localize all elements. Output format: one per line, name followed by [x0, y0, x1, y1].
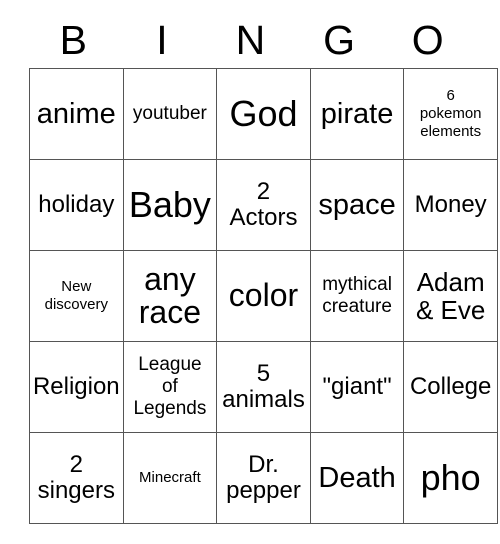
bingo-cell[interactable]: Religion [29, 341, 124, 433]
bingo-cell-label: Baby [128, 183, 211, 225]
header-letter-o: O [411, 17, 444, 63]
header-letter-n: N [235, 17, 266, 63]
bingo-cell[interactable]: anime [29, 68, 124, 160]
bingo-cell-label: pho [420, 456, 481, 498]
bingo-cell[interactable]: space [309, 159, 405, 251]
bingo-cell-label: Religion [32, 372, 120, 400]
bingo-cell[interactable]: 6 pokemon elements [403, 68, 498, 160]
bingo-row: 2 singers Minecraft Dr. pepper Death pho [29, 432, 498, 524]
bingo-cell[interactable]: pirate [309, 68, 405, 160]
bingo-cell[interactable]: Death [309, 432, 405, 524]
bingo-cell-label: Money [414, 190, 487, 218]
bingo-cell-label: color [228, 277, 299, 314]
bingo-cell-label: 5 animals [222, 359, 305, 413]
bingo-cell-label: Minecraft [139, 469, 201, 487]
bingo-cell-label: God [229, 92, 298, 134]
bingo-cell[interactable]: color [216, 250, 311, 342]
bingo-cell[interactable]: New discovery [29, 250, 124, 342]
bingo-cell[interactable]: Dr. pepper [216, 432, 311, 524]
bingo-row: Religion League of Legends 5 animals "giant… [29, 341, 498, 433]
bingo-cell-label: any race [138, 260, 202, 330]
bingo-card: B I N G O anime youtuber God pirate 6 pok… [29, 12, 498, 524]
header-letter-g: G [323, 17, 356, 63]
bingo-cell-label: Death [318, 461, 396, 494]
bingo-cell[interactable]: Baby [122, 159, 218, 251]
bingo-cell[interactable]: Money [403, 159, 498, 251]
bingo-row: holiday Baby 2 Actors space Money [29, 159, 498, 251]
bingo-cell[interactable]: youtuber [122, 68, 218, 160]
header-letter-i: I [156, 17, 168, 63]
bingo-cell[interactable]: holiday [29, 159, 124, 251]
bingo-cell[interactable]: College [403, 341, 498, 433]
bingo-cell-label: 6 pokemon elements [419, 87, 482, 140]
bingo-grid: anime youtuber God pirate 6 pokemon elemen… [29, 68, 498, 524]
bingo-cell-label: Adam & Eve [415, 266, 486, 325]
bingo-cell[interactable]: 2 Actors [216, 159, 311, 251]
bingo-cell[interactable]: God [216, 68, 311, 160]
bingo-cell-label: anime [36, 97, 116, 130]
bingo-cell-label: League of Legends [133, 353, 207, 420]
bingo-cell[interactable]: "giant" [309, 341, 405, 433]
bingo-grid-body: anime youtuber God pirate 6 pokemon elemen… [29, 68, 498, 524]
bingo-cell[interactable]: Adam & Eve [403, 250, 498, 342]
bingo-cell-label: College [409, 372, 492, 400]
bingo-cell-label: pirate [320, 97, 394, 130]
bingo-cell-label: "giant" [322, 372, 392, 400]
bingo-cell-label: Dr. pepper [226, 450, 301, 504]
bingo-cell-label: holiday [38, 190, 115, 218]
bingo-cell-label: 2 Actors [229, 177, 298, 231]
bingo-header-row: B I N G O [29, 12, 472, 68]
bingo-cell-label: space [318, 188, 396, 221]
bingo-cell[interactable]: 5 animals [216, 341, 311, 433]
bingo-cell-label: mythical creature [322, 273, 392, 317]
bingo-cell[interactable]: pho [403, 432, 498, 524]
header-letter-b: B [59, 17, 87, 63]
bingo-cell[interactable]: League of Legends [122, 341, 218, 433]
bingo-cell-label: New discovery [44, 278, 108, 313]
bingo-cell[interactable]: any race [122, 250, 218, 342]
bingo-cell-label: 2 singers [37, 450, 115, 504]
bingo-cell[interactable]: 2 singers [29, 432, 124, 524]
bingo-cell-label: youtuber [132, 102, 207, 124]
bingo-row: New discovery any race color mythical creat… [29, 250, 498, 342]
bingo-row: anime youtuber God pirate 6 pokemon elemen… [29, 68, 498, 160]
bingo-cell[interactable]: mythical creature [309, 250, 405, 342]
bingo-cell[interactable]: Minecraft [122, 432, 218, 524]
